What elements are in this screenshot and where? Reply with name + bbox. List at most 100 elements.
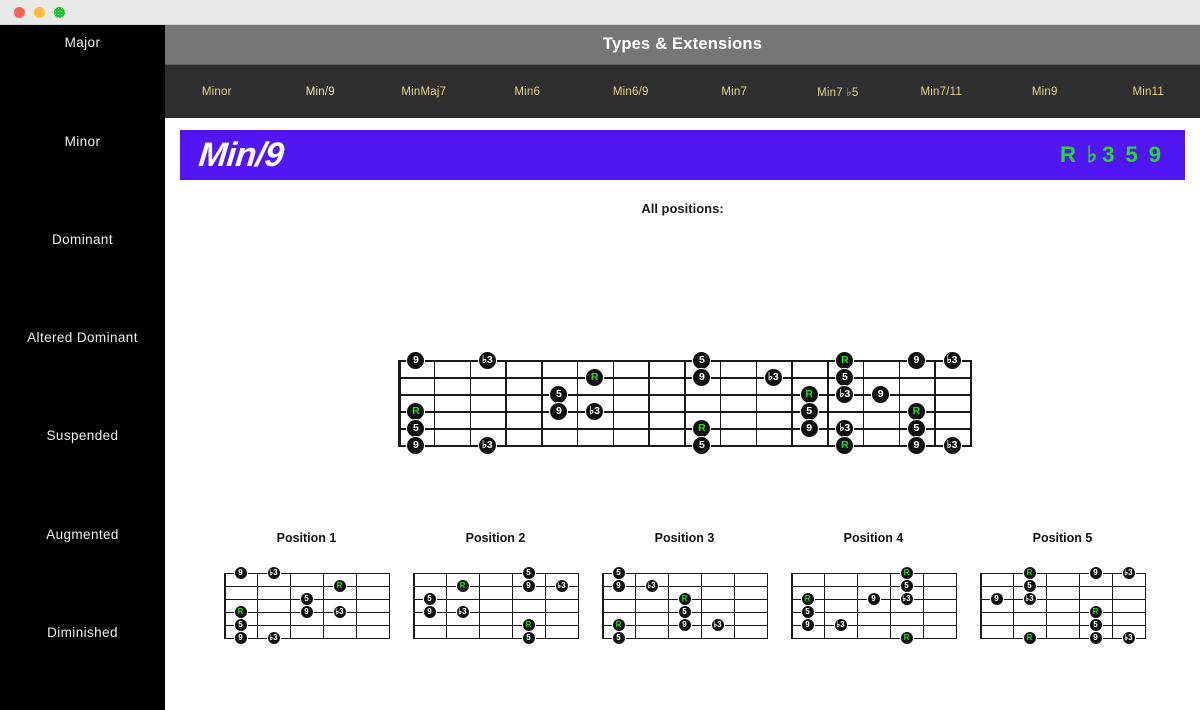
tab-minor[interactable]: Minor bbox=[165, 86, 269, 98]
fret-note-b3: ♭3 bbox=[266, 566, 281, 580]
fret-note-5: 5 bbox=[549, 384, 569, 404]
string-line bbox=[224, 573, 389, 575]
fret-note-b3: ♭3 bbox=[455, 605, 470, 619]
fret-note-9: 9 bbox=[611, 579, 626, 593]
chord-type-tabbar: Minor Min/9 MinMaj7 Min6 Min6/9 Min7 Min7 ♭5 Mi… bbox=[165, 65, 1200, 118]
string-line bbox=[980, 586, 1145, 588]
fret-line bbox=[755, 360, 758, 447]
tab-min-9[interactable]: Min/9 bbox=[269, 86, 373, 98]
fret-line bbox=[767, 573, 769, 640]
fret-line bbox=[734, 573, 736, 640]
fret-note-5: 5 bbox=[1022, 579, 1037, 593]
position-title-1: Position 1 bbox=[276, 531, 337, 545]
maximize-window-button[interactable] bbox=[54, 6, 65, 18]
tab-min11[interactable]: Min11 bbox=[1097, 86, 1200, 98]
tab-min6-9[interactable]: Min6/9 bbox=[579, 86, 683, 98]
fret-line bbox=[290, 573, 292, 640]
fret-note-9: 9 bbox=[549, 401, 569, 421]
fret-note-9: 9 bbox=[1088, 566, 1103, 580]
fret-note-b3: ♭3 bbox=[1022, 592, 1037, 606]
fret-note-root: R bbox=[899, 631, 914, 645]
tab-min7[interactable]: Min7 bbox=[683, 86, 787, 98]
chord-interval-0: R bbox=[1059, 142, 1076, 167]
sidebar-item-major[interactable]: Major bbox=[0, 35, 165, 50]
chord-interval-3: 5 bbox=[1125, 142, 1138, 167]
sidebar-item-minor[interactable]: Minor bbox=[0, 134, 165, 149]
string-line bbox=[980, 625, 1145, 627]
position-3-fretboard: 5 9 ♭3 R 5 R 9 ♭3 5 bbox=[602, 566, 769, 645]
fret-line bbox=[970, 360, 972, 447]
fret-note-b3: ♭3 bbox=[477, 350, 497, 370]
chord-banner: Min/9 R ♭ 3 5 9 bbox=[180, 130, 1185, 180]
string-line bbox=[224, 638, 389, 640]
sidebar-item-altered-dominant[interactable]: Altered Dominant bbox=[0, 330, 165, 345]
fret-line bbox=[505, 360, 507, 447]
position-2-fretboard: 5 R 9 ♭3 5 9 ♭3 R 5 bbox=[413, 566, 580, 645]
fret-note-root: R bbox=[521, 618, 536, 632]
fret-note-5: 5 bbox=[521, 566, 536, 580]
sidebar-item-augmented[interactable]: Augmented bbox=[0, 527, 165, 542]
fret-line bbox=[323, 573, 325, 640]
string-line bbox=[791, 586, 956, 588]
fret-note-5: 5 bbox=[906, 418, 926, 438]
fret-note-root: R bbox=[800, 592, 815, 606]
tab-min9[interactable]: Min9 bbox=[993, 86, 1097, 98]
window-titlebar bbox=[0, 0, 1200, 25]
fret-note-root: R bbox=[677, 592, 692, 606]
sidebar-item-label: Minor bbox=[64, 134, 101, 149]
fret-note-5: 5 bbox=[799, 401, 819, 421]
position-title-2: Position 2 bbox=[465, 531, 526, 545]
tab-min7-5[interactable]: Min7 ♭5 bbox=[786, 85, 890, 99]
position-title-5: Position 5 bbox=[1032, 531, 1093, 545]
string-line bbox=[413, 638, 578, 640]
fret-line bbox=[356, 573, 358, 640]
fret-note-5: 5 bbox=[406, 418, 426, 438]
sidebar-item-label: Suspended bbox=[46, 428, 119, 443]
fret-line bbox=[469, 360, 472, 447]
all-positions-fretboard: 9 ♭3 5 R 9 ♭3 R 9 ♭3 5 5 R 9 ♭3 R 9 ♭3 5 R 5 R 9 ♭3 5 9 ♭3 5 R 9 ♭3 bbox=[398, 350, 972, 455]
fret-line bbox=[612, 360, 615, 447]
chord-intervals: R ♭ 3 5 9 bbox=[1060, 142, 1161, 168]
fret-note-root: R bbox=[1088, 605, 1103, 619]
all-positions-label: All positions: bbox=[641, 201, 724, 216]
fret-line bbox=[857, 573, 859, 640]
fret-line bbox=[701, 573, 703, 640]
fret-note-root: R bbox=[835, 350, 855, 370]
fret-note-5: 5 bbox=[611, 631, 626, 645]
nut-line bbox=[398, 360, 401, 447]
nut-line bbox=[413, 573, 415, 640]
fret-note-b3: ♭3 bbox=[266, 631, 281, 645]
fret-line bbox=[541, 360, 543, 447]
tab-minmaj7[interactable]: MinMaj7 bbox=[372, 86, 476, 98]
fret-note-9: 9 bbox=[989, 592, 1004, 606]
sidebar-item-suspended[interactable]: Suspended bbox=[0, 428, 165, 443]
fret-note-5: 5 bbox=[692, 435, 712, 455]
string-line bbox=[413, 586, 578, 588]
fret-note-5: 5 bbox=[422, 592, 437, 606]
fret-note-root: R bbox=[692, 418, 712, 438]
minimize-window-button[interactable] bbox=[34, 6, 45, 18]
sidebar-item-dominant[interactable]: Dominant bbox=[0, 232, 165, 247]
fret-note-b3: ♭3 bbox=[942, 435, 962, 455]
fret-line bbox=[719, 360, 722, 447]
chord-interval-2: 3 bbox=[1102, 142, 1115, 167]
position-1-fretboard: 9 ♭3 R 5 R 9 ♭3 5 9 ♭3 bbox=[224, 566, 391, 645]
fret-note-9: 9 bbox=[800, 618, 815, 632]
fret-line bbox=[684, 360, 686, 447]
position-4-fretboard: R 5 R 9 ♭3 5 9 ♭3 R bbox=[791, 566, 958, 645]
fret-line bbox=[545, 573, 547, 640]
sidebar-item-diminished[interactable]: Diminished bbox=[0, 625, 165, 640]
fret-line bbox=[827, 360, 829, 447]
fret-note-root: R bbox=[799, 384, 819, 404]
tab-min7-11[interactable]: Min7/11 bbox=[890, 86, 994, 98]
fret-note-b3: ♭3 bbox=[1121, 566, 1136, 580]
fret-note-9: 9 bbox=[871, 384, 891, 404]
fret-line bbox=[635, 573, 637, 640]
tab-min6[interactable]: Min6 bbox=[476, 86, 580, 98]
string-line bbox=[413, 599, 578, 601]
position-title-3: Position 3 bbox=[654, 531, 715, 545]
fret-note-b3: ♭3 bbox=[332, 605, 347, 619]
close-window-button[interactable] bbox=[14, 6, 25, 18]
fret-line bbox=[890, 573, 892, 640]
fret-line bbox=[433, 360, 436, 447]
